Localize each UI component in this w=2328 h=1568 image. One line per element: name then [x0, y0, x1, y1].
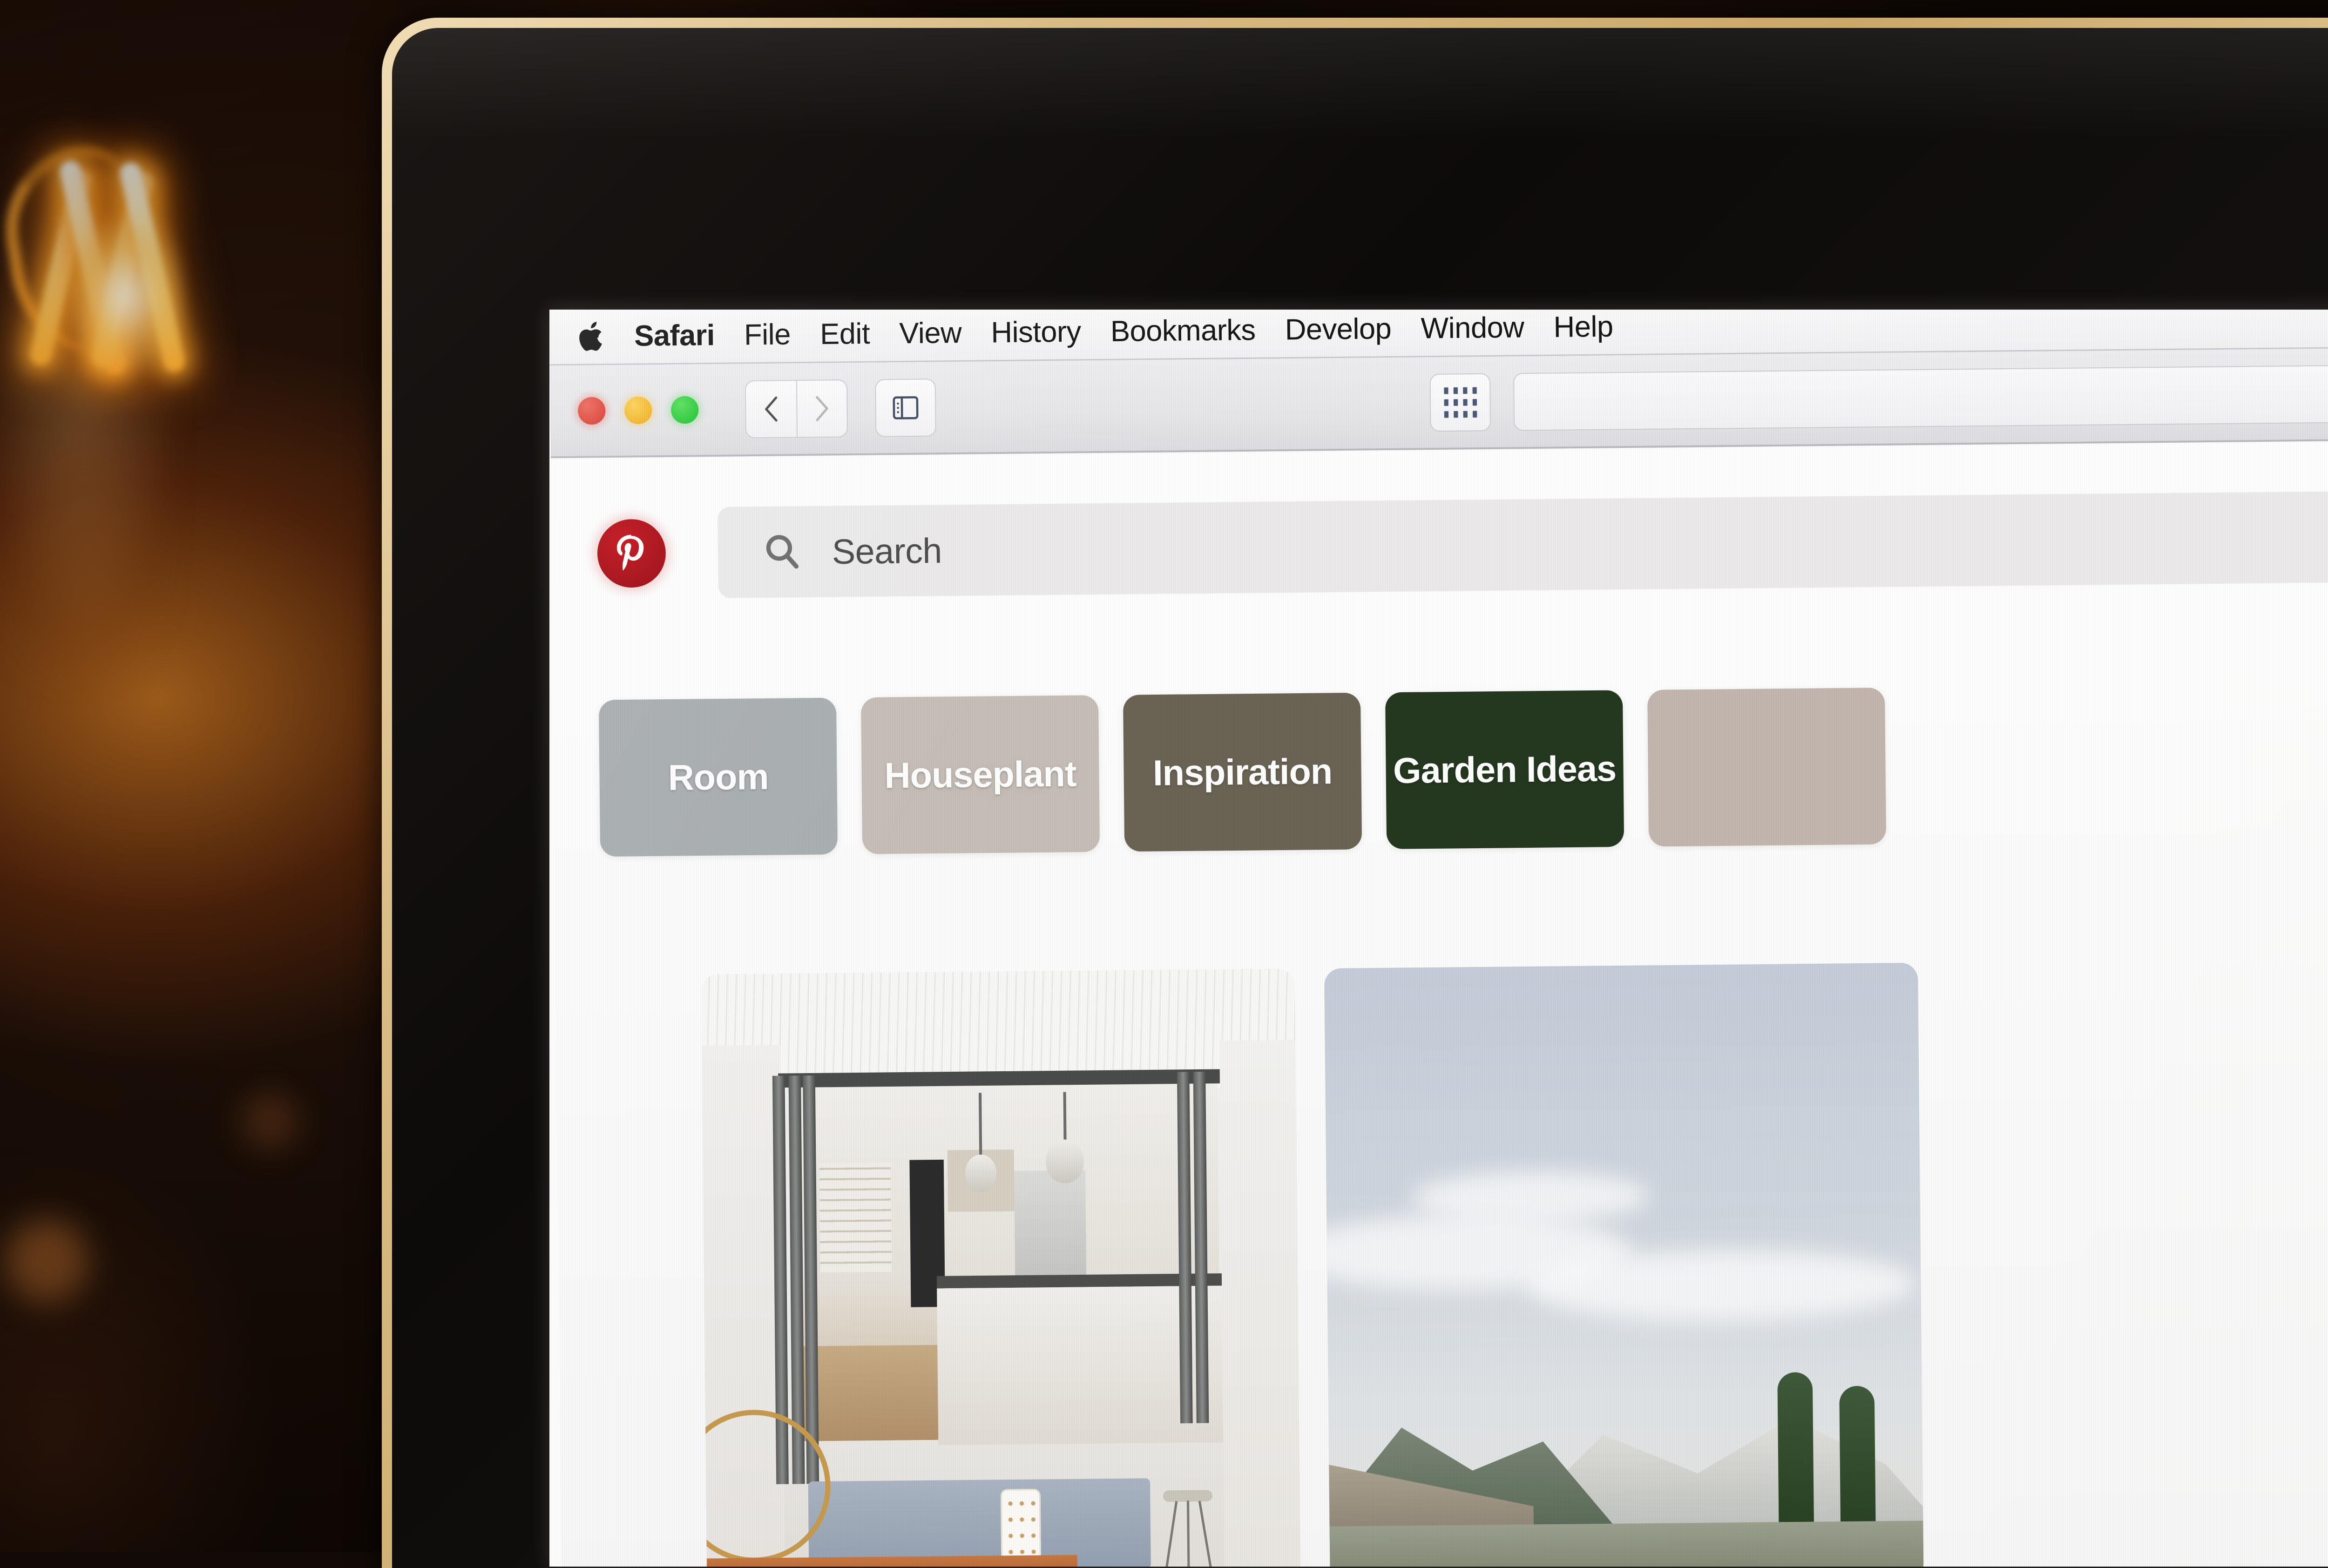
menu-item-edit[interactable]: Edit: [820, 317, 870, 351]
address-bar[interactable]: [1513, 364, 2328, 431]
tab-overview-button[interactable]: [1429, 373, 1491, 432]
minimize-button[interactable]: [624, 396, 652, 424]
navigation-buttons: [745, 379, 848, 438]
chip-inspiration[interactable]: Inspiration: [1123, 693, 1362, 852]
laptop-screen: Safari File Edit View History Bookmarks …: [549, 310, 2328, 1567]
grid-icon: [1444, 387, 1477, 418]
pinterest-logo-icon[interactable]: [597, 519, 666, 588]
chip-garden-ideas[interactable]: Garden Ideas: [1385, 690, 1624, 849]
search-input[interactable]: Search: [717, 491, 2328, 598]
bezel-sheen: [392, 28, 2328, 140]
chip-next-partial[interactable]: [1647, 688, 1886, 846]
menu-item-window[interactable]: Window: [1421, 311, 1524, 345]
apple-logo-icon[interactable]: [577, 319, 607, 354]
pin-landscape-image: [1324, 963, 1924, 1567]
pin-grid: [555, 839, 2328, 1567]
forward-button[interactable]: [796, 379, 848, 437]
pin-landscape[interactable]: [1324, 963, 1924, 1567]
menu-item-develop[interactable]: Develop: [1285, 312, 1391, 347]
search-placeholder-text: Search: [832, 530, 942, 572]
search-icon: [761, 531, 803, 573]
chip-label: Houseplant: [884, 753, 1076, 797]
sidebar-toggle-icon: [891, 393, 920, 423]
back-button[interactable]: [745, 379, 797, 438]
pin-kitchen-image: [701, 969, 1301, 1567]
close-button[interactable]: [578, 397, 606, 425]
pinterest-page: Search Room Houseplant Inspiration Garde…: [551, 442, 2328, 1567]
safari-toolbar: [550, 348, 2328, 458]
menu-item-file[interactable]: File: [744, 318, 791, 351]
chip-room[interactable]: Room: [599, 698, 838, 857]
chevron-right-icon: [815, 395, 829, 421]
chip-label: Garden Ideas: [1393, 748, 1617, 791]
chip-label: Room: [668, 756, 768, 798]
pinterest-p-glyph: [609, 530, 655, 576]
chip-label: Inspiration: [1153, 750, 1333, 793]
chevron-left-icon: [764, 396, 778, 422]
pin-kitchen[interactable]: [701, 969, 1301, 1567]
menu-item-help[interactable]: Help: [1553, 310, 1613, 345]
menu-item-safari[interactable]: Safari: [634, 318, 715, 353]
menu-item-bookmarks[interactable]: Bookmarks: [1110, 313, 1256, 348]
window-controls: [578, 396, 699, 425]
chip-houseplant[interactable]: Houseplant: [861, 695, 1100, 854]
menu-item-view[interactable]: View: [899, 316, 962, 351]
pinterest-header: Search: [551, 442, 2328, 600]
category-chip-row: Room Houseplant Inspiration Garden Ideas: [552, 582, 2328, 857]
menu-item-history[interactable]: History: [991, 315, 1081, 349]
sidebar-toggle-button[interactable]: [875, 378, 936, 437]
zoom-button[interactable]: [671, 396, 699, 424]
